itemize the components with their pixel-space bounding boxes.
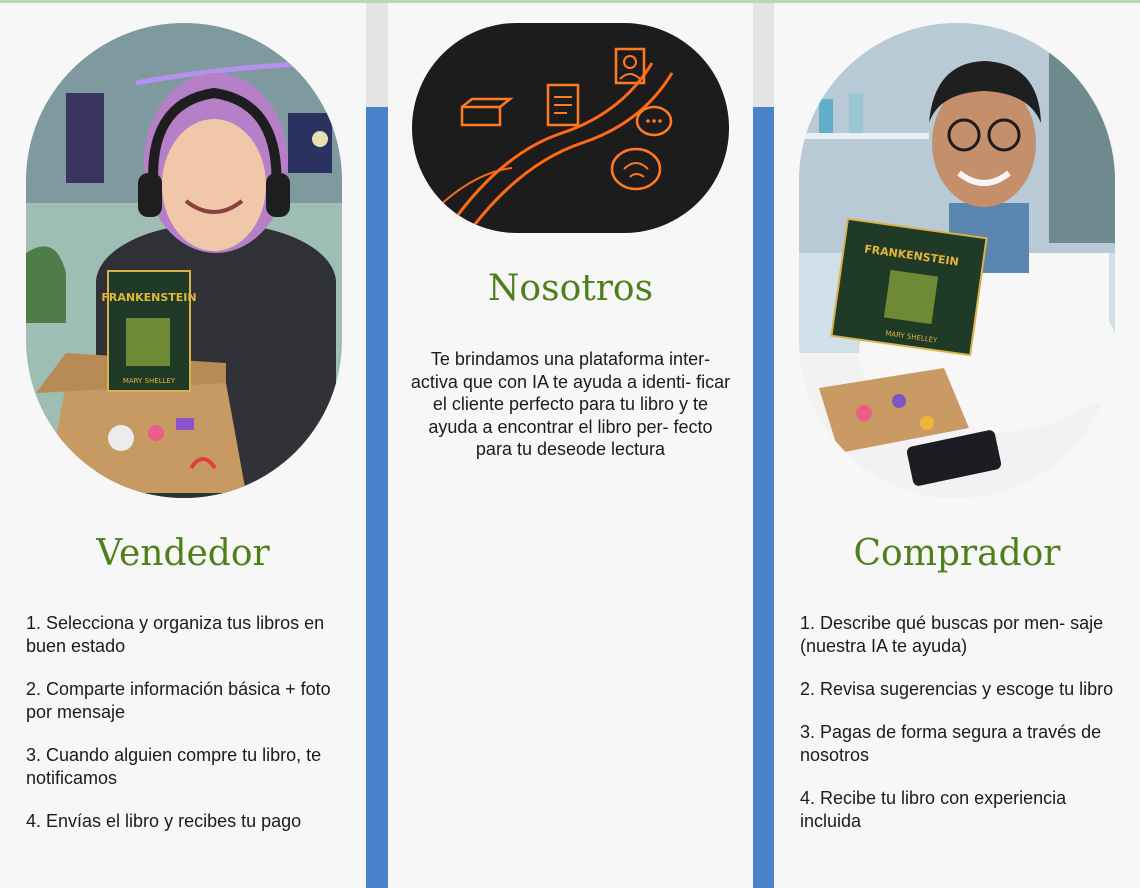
vendedor-book-title: FRANKENSTEIN <box>101 291 196 304</box>
vendedor-step-1: 1. Selecciona y organiza tus libros en b… <box>26 613 325 656</box>
comprador-photo: FRANKENSTEIN MARY SHELLEY <box>799 23 1115 498</box>
card-vendedor: FRANKENSTEIN MARY SHELLEY Vendedor 1. Se… <box>0 3 366 888</box>
nosotros-title: Nosotros <box>487 268 654 309</box>
comprador-step-1: 1. Describe qué buscas por men- saje (nu… <box>800 613 1104 656</box>
nosotros-illustration <box>412 23 729 233</box>
vendedor-step-4: 4. Envías el libro y recibes tu pago <box>26 811 302 831</box>
vendedor-steps: 1. Selecciona y organiza tus libros en b… <box>26 612 346 853</box>
comprador-title: Comprador <box>853 533 1061 574</box>
vendedor-step-3: 3. Cuando alguien compre tu libro, te no… <box>26 745 322 788</box>
comprador-step-4: 4. Recibe tu libro con experiencia inclu… <box>800 788 1067 831</box>
vendedor-book-author: MARY SHELLEY <box>123 377 176 385</box>
comprador-step-2: 2. Revisa sugerencias y escoge tu libro <box>800 679 1114 699</box>
nosotros-description: Te brindamos una plataforma inter- activ… <box>410 349 731 459</box>
card-nosotros: Nosotros Te brindamos una plataforma int… <box>388 3 753 888</box>
card-comprador: FRANKENSTEIN MARY SHELLEY Comprador 1. D… <box>774 3 1140 888</box>
blue-stripe-left <box>366 107 388 888</box>
vendedor-step-2: 2. Comparte información básica + foto po… <box>26 679 331 722</box>
comprador-step-3: 3. Pagas de forma segura a través de nos… <box>800 722 1102 765</box>
comprador-steps: 1. Describe qué buscas por men- saje (nu… <box>800 612 1120 853</box>
blue-stripe-right <box>753 107 774 888</box>
vendedor-title: Vendedor <box>96 533 270 574</box>
vendedor-photo: FRANKENSTEIN MARY SHELLEY <box>26 23 342 498</box>
